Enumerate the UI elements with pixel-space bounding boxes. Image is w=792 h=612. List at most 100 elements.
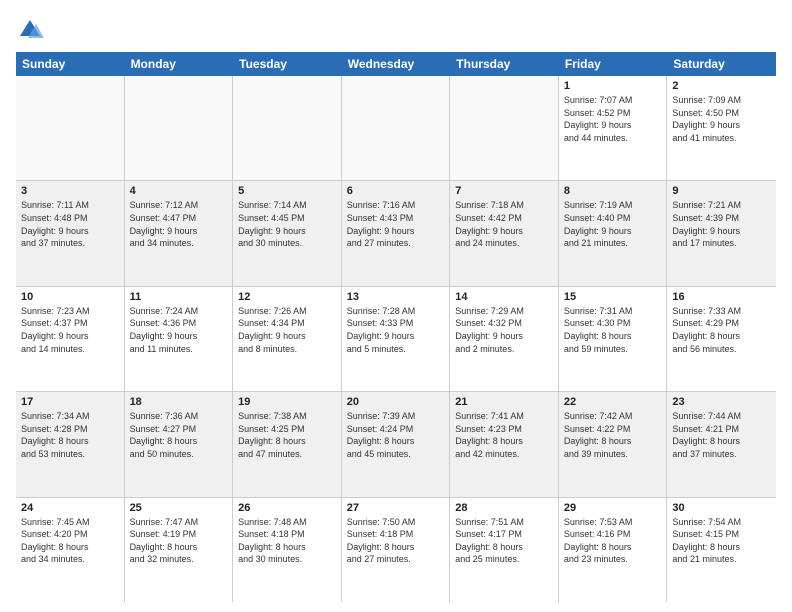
day-number-4: 4	[130, 185, 228, 197]
day-number-20: 20	[347, 396, 445, 408]
day-info-28: Sunrise: 7:51 AM Sunset: 4:17 PM Dayligh…	[455, 516, 553, 566]
empty-cell-0-3	[342, 76, 451, 180]
empty-cell-0-2	[233, 76, 342, 180]
empty-cell-0-1	[125, 76, 234, 180]
day-info-7: Sunrise: 7:18 AM Sunset: 4:42 PM Dayligh…	[455, 199, 553, 249]
day-cell-8: 8 Sunrise: 7:19 AM Sunset: 4:40 PM Daylig…	[559, 181, 668, 285]
week-row-5: 24 Sunrise: 7:45 AM Sunset: 4:20 PM Dayli…	[16, 498, 776, 602]
day-number-2: 2	[672, 80, 771, 92]
day-number-7: 7	[455, 185, 553, 197]
day-info-27: Sunrise: 7:50 AM Sunset: 4:18 PM Dayligh…	[347, 516, 445, 566]
day-info-30: Sunrise: 7:54 AM Sunset: 4:15 PM Dayligh…	[672, 516, 771, 566]
day-number-15: 15	[564, 291, 662, 303]
day-info-26: Sunrise: 7:48 AM Sunset: 4:18 PM Dayligh…	[238, 516, 336, 566]
day-cell-24: 24 Sunrise: 7:45 AM Sunset: 4:20 PM Dayli…	[16, 498, 125, 602]
day-cell-10: 10 Sunrise: 7:23 AM Sunset: 4:37 PM Dayli…	[16, 287, 125, 391]
day-info-18: Sunrise: 7:36 AM Sunset: 4:27 PM Dayligh…	[130, 410, 228, 460]
day-info-10: Sunrise: 7:23 AM Sunset: 4:37 PM Dayligh…	[21, 305, 119, 355]
day-number-5: 5	[238, 185, 336, 197]
day-number-1: 1	[564, 80, 662, 92]
day-number-16: 16	[672, 291, 771, 303]
day-number-3: 3	[21, 185, 119, 197]
header	[16, 16, 776, 44]
day-info-8: Sunrise: 7:19 AM Sunset: 4:40 PM Dayligh…	[564, 199, 662, 249]
day-number-6: 6	[347, 185, 445, 197]
day-cell-13: 13Sunrise: 7:28 AM Sunset: 4:33 PM Dayli…	[342, 287, 451, 391]
calendar-body: 1 Sunrise: 7:07 AM Sunset: 4:52 PM Daylig…	[16, 76, 776, 602]
logo	[16, 16, 48, 44]
day-cell-22: 22 Sunrise: 7:42 AM Sunset: 4:22 PM Dayli…	[559, 392, 668, 496]
day-cell-9: 9Sunrise: 7:21 AM Sunset: 4:39 PM Daylig…	[667, 181, 776, 285]
logo-icon	[16, 16, 44, 44]
day-number-9: 9	[672, 185, 771, 197]
day-cell-29: 29Sunrise: 7:53 AM Sunset: 4:16 PM Dayli…	[559, 498, 668, 602]
day-cell-15: 15 Sunrise: 7:31 AM Sunset: 4:30 PM Dayli…	[559, 287, 668, 391]
day-cell-30: 30 Sunrise: 7:54 AM Sunset: 4:15 PM Dayli…	[667, 498, 776, 602]
day-info-24: Sunrise: 7:45 AM Sunset: 4:20 PM Dayligh…	[21, 516, 119, 566]
day-cell-28: 28 Sunrise: 7:51 AM Sunset: 4:17 PM Dayli…	[450, 498, 559, 602]
day-cell-14: 14 Sunrise: 7:29 AM Sunset: 4:32 PM Dayli…	[450, 287, 559, 391]
day-cell-21: 21Sunrise: 7:41 AM Sunset: 4:23 PM Dayli…	[450, 392, 559, 496]
empty-cell-0-4	[450, 76, 559, 180]
day-number-19: 19	[238, 396, 336, 408]
day-number-14: 14	[455, 291, 553, 303]
day-number-8: 8	[564, 185, 662, 197]
day-cell-16: 16 Sunrise: 7:33 AM Sunset: 4:29 PM Dayli…	[667, 287, 776, 391]
day-cell-1: 1 Sunrise: 7:07 AM Sunset: 4:52 PM Daylig…	[559, 76, 668, 180]
day-number-28: 28	[455, 502, 553, 514]
day-info-1: Sunrise: 7:07 AM Sunset: 4:52 PM Dayligh…	[564, 94, 662, 144]
day-cell-3: 3Sunrise: 7:11 AM Sunset: 4:48 PM Daylig…	[16, 181, 125, 285]
day-info-19: Sunrise: 7:38 AM Sunset: 4:25 PM Dayligh…	[238, 410, 336, 460]
day-info-23: Sunrise: 7:44 AM Sunset: 4:21 PM Dayligh…	[672, 410, 771, 460]
day-number-30: 30	[672, 502, 771, 514]
day-cell-27: 27 Sunrise: 7:50 AM Sunset: 4:18 PM Dayli…	[342, 498, 451, 602]
day-cell-12: 12Sunrise: 7:26 AM Sunset: 4:34 PM Dayli…	[233, 287, 342, 391]
day-number-24: 24	[21, 502, 119, 514]
day-number-26: 26	[238, 502, 336, 514]
day-cell-26: 26 Sunrise: 7:48 AM Sunset: 4:18 PM Dayli…	[233, 498, 342, 602]
day-cell-25: 25 Sunrise: 7:47 AM Sunset: 4:19 PM Dayli…	[125, 498, 234, 602]
day-number-10: 10	[21, 291, 119, 303]
day-number-18: 18	[130, 396, 228, 408]
header-day-friday: Friday	[559, 52, 668, 76]
day-number-29: 29	[564, 502, 662, 514]
day-number-12: 12	[238, 291, 336, 303]
day-cell-20: 20 Sunrise: 7:39 AM Sunset: 4:24 PM Dayli…	[342, 392, 451, 496]
day-info-6: Sunrise: 7:16 AM Sunset: 4:43 PM Dayligh…	[347, 199, 445, 249]
page: SundayMondayTuesdayWednesdayThursdayFrid…	[0, 0, 792, 612]
day-number-17: 17	[21, 396, 119, 408]
day-info-17: Sunrise: 7:34 AM Sunset: 4:28 PM Dayligh…	[21, 410, 119, 460]
header-day-sunday: Sunday	[16, 52, 125, 76]
day-info-15: Sunrise: 7:31 AM Sunset: 4:30 PM Dayligh…	[564, 305, 662, 355]
header-day-wednesday: Wednesday	[342, 52, 451, 76]
day-info-14: Sunrise: 7:29 AM Sunset: 4:32 PM Dayligh…	[455, 305, 553, 355]
day-number-25: 25	[130, 502, 228, 514]
day-cell-11: 11Sunrise: 7:24 AM Sunset: 4:36 PM Dayli…	[125, 287, 234, 391]
day-cell-4: 4Sunrise: 7:12 AM Sunset: 4:47 PM Daylig…	[125, 181, 234, 285]
week-row-2: 3Sunrise: 7:11 AM Sunset: 4:48 PM Daylig…	[16, 181, 776, 286]
day-info-21: Sunrise: 7:41 AM Sunset: 4:23 PM Dayligh…	[455, 410, 553, 460]
day-info-13: Sunrise: 7:28 AM Sunset: 4:33 PM Dayligh…	[347, 305, 445, 355]
calendar: SundayMondayTuesdayWednesdayThursdayFrid…	[16, 52, 776, 602]
week-row-4: 17 Sunrise: 7:34 AM Sunset: 4:28 PM Dayli…	[16, 392, 776, 497]
week-row-1: 1 Sunrise: 7:07 AM Sunset: 4:52 PM Daylig…	[16, 76, 776, 181]
day-number-27: 27	[347, 502, 445, 514]
day-cell-18: 18 Sunrise: 7:36 AM Sunset: 4:27 PM Dayli…	[125, 392, 234, 496]
day-cell-5: 5 Sunrise: 7:14 AM Sunset: 4:45 PM Daylig…	[233, 181, 342, 285]
day-info-22: Sunrise: 7:42 AM Sunset: 4:22 PM Dayligh…	[564, 410, 662, 460]
header-day-thursday: Thursday	[450, 52, 559, 76]
day-number-23: 23	[672, 396, 771, 408]
day-number-22: 22	[564, 396, 662, 408]
calendar-header: SundayMondayTuesdayWednesdayThursdayFrid…	[16, 52, 776, 76]
header-day-monday: Monday	[125, 52, 234, 76]
day-info-20: Sunrise: 7:39 AM Sunset: 4:24 PM Dayligh…	[347, 410, 445, 460]
day-info-16: Sunrise: 7:33 AM Sunset: 4:29 PM Dayligh…	[672, 305, 771, 355]
day-cell-23: 23 Sunrise: 7:44 AM Sunset: 4:21 PM Dayli…	[667, 392, 776, 496]
day-info-25: Sunrise: 7:47 AM Sunset: 4:19 PM Dayligh…	[130, 516, 228, 566]
header-day-saturday: Saturday	[667, 52, 776, 76]
day-info-5: Sunrise: 7:14 AM Sunset: 4:45 PM Dayligh…	[238, 199, 336, 249]
header-day-tuesday: Tuesday	[233, 52, 342, 76]
empty-cell-0-0	[16, 76, 125, 180]
day-info-2: Sunrise: 7:09 AM Sunset: 4:50 PM Dayligh…	[672, 94, 771, 144]
day-cell-2: 2 Sunrise: 7:09 AM Sunset: 4:50 PM Daylig…	[667, 76, 776, 180]
